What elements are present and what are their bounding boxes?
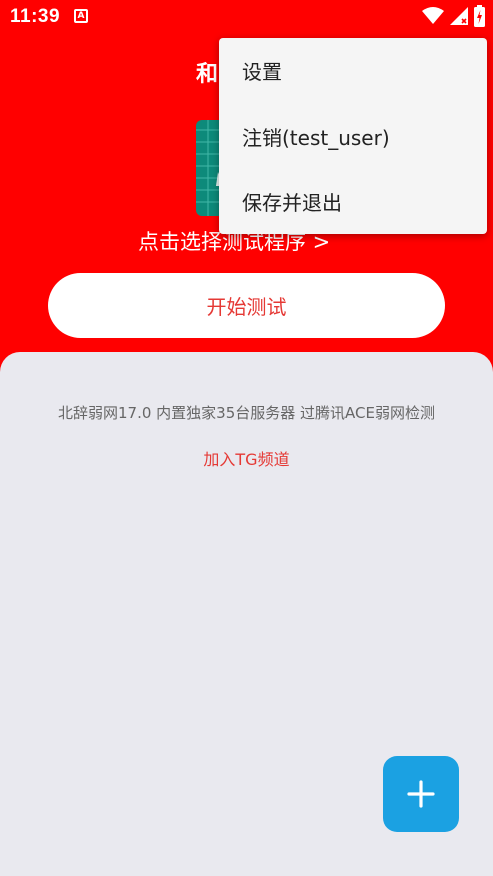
menu-item-logout[interactable]: 注销(test_user) — [219, 104, 487, 169]
start-test-button[interactable]: 开始测试 — [48, 273, 445, 338]
wifi-icon — [422, 7, 444, 24]
add-fab-button[interactable] — [383, 756, 459, 832]
app-description: 北辞弱网17.0 内置独家35台服务器 过腾讯ACE弱网检测 — [58, 404, 435, 422]
menu-item-settings[interactable]: 设置 — [219, 38, 487, 103]
page-title: 和 — [196, 62, 219, 87]
battery-icon — [474, 5, 485, 27]
status-bar: 11:39 A — [0, 0, 493, 34]
plus-icon — [407, 780, 435, 808]
overflow-menu: 设置 注销(test_user) 保存并退出 — [219, 38, 487, 234]
signal-icon — [450, 7, 468, 25]
status-icons — [422, 5, 485, 27]
menu-item-save-exit[interactable]: 保存并退出 — [219, 169, 487, 234]
status-time: 11:39 — [10, 6, 61, 27]
join-tg-channel-link[interactable]: 加入TG频道 — [0, 446, 493, 470]
notification-icon: A — [74, 9, 88, 23]
